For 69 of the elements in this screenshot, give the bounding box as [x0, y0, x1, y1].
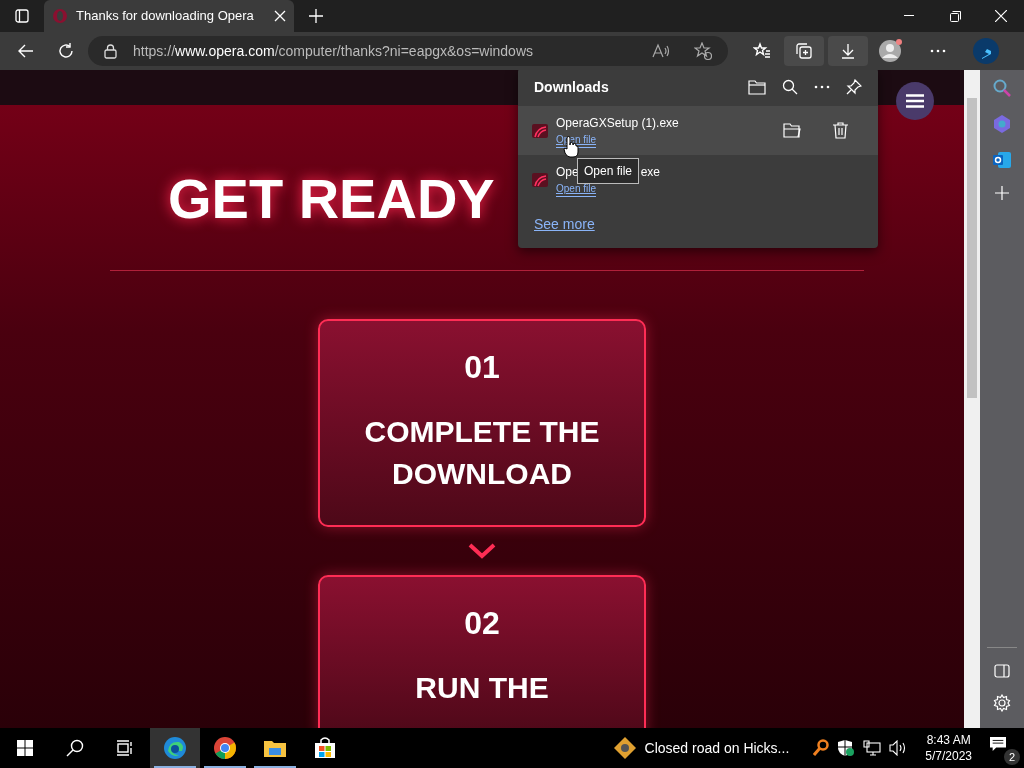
file-name: OperaGXSetup (1).exe: [556, 114, 679, 132]
pin-icon[interactable]: [846, 79, 862, 95]
file-name: exe: [640, 163, 661, 181]
search-icon: [66, 739, 84, 757]
windows-logo-icon: [17, 740, 33, 756]
folder-icon[interactable]: [783, 123, 801, 138]
trash-icon[interactable]: [833, 122, 848, 139]
network-icon[interactable]: [863, 740, 882, 756]
minimize-icon: [904, 15, 914, 17]
news-text: Closed road on Hicks...: [644, 738, 790, 758]
favorites-icon: [753, 42, 771, 60]
download-icon: [839, 42, 857, 60]
read-aloud-icon[interactable]: [652, 43, 670, 59]
more-icon: [930, 49, 946, 53]
restore-icon: [949, 10, 961, 22]
search-icon[interactable]: [782, 79, 798, 95]
browser-tab[interactable]: Thanks for downloading Opera: [44, 0, 294, 32]
clock[interactable]: 8:43 AM 5/7/2023: [925, 732, 972, 764]
news-widget[interactable]: Closed road on Hicks...: [612, 736, 790, 760]
sidebar-toggle-icon[interactable]: [994, 664, 1010, 678]
url-text: https://www.opera.com/computer/thanks?ni=eapgx&os=windows: [133, 41, 534, 61]
bing-logo-icon: [972, 37, 1000, 65]
add-icon[interactable]: [995, 186, 1009, 200]
back-icon: [17, 42, 35, 60]
page-heading: GET READY: [168, 167, 495, 231]
taskbar-app[interactable]: [150, 728, 200, 768]
tooltip: Open file: [577, 158, 640, 184]
road-sign-icon: [612, 736, 637, 760]
collections-button[interactable]: [784, 36, 824, 66]
tab-actions-icon[interactable]: [14, 8, 30, 24]
time-text: 8:43 AM: [926, 732, 971, 748]
address-bar[interactable]: https://www.opera.com/computer/thanks?ni=eapgx&os=windows: [88, 36, 728, 66]
chrome-app-icon: [213, 736, 237, 760]
chevron-down-icon: [468, 543, 496, 559]
app-icon[interactable]: [992, 114, 1012, 134]
add-favorite-icon[interactable]: [694, 42, 712, 60]
lock-icon: [104, 43, 117, 59]
opera-logo-icon: [52, 8, 68, 24]
notification-count: 2: [1004, 749, 1020, 765]
step-number: 02: [463, 604, 501, 643]
tab-title: Thanks for downloading Opera: [76, 7, 255, 26]
shield-icon[interactable]: [837, 739, 856, 757]
menu-icon: [906, 94, 924, 108]
close-icon[interactable]: [274, 10, 286, 22]
more-icon[interactable]: [814, 85, 830, 89]
file-icon: [532, 122, 548, 139]
collections-icon: [795, 42, 813, 60]
step-number: 01: [463, 348, 501, 387]
menu-button[interactable]: [896, 82, 934, 120]
date-text: 5/7/2023: [925, 748, 972, 764]
step-title: COMPLETE THE DOWNLOAD: [363, 414, 601, 492]
task-view-icon: [116, 740, 134, 756]
folder-icon[interactable]: [748, 79, 766, 95]
magnifier-icon[interactable]: [813, 739, 830, 757]
new-tab-icon[interactable]: [309, 9, 323, 23]
see-more-link[interactable]: See more: [534, 214, 595, 235]
edge-app-icon: [163, 736, 187, 760]
step-title: RUN THE: [414, 670, 550, 706]
notification-icon: [989, 736, 1007, 752]
close-icon: [995, 10, 1007, 22]
panel-title: Downloads: [534, 77, 610, 97]
file-icon: [532, 171, 548, 188]
settings-icon[interactable]: [993, 694, 1011, 712]
notifications-button[interactable]: 2: [980, 728, 1024, 768]
avatar-icon: [878, 39, 902, 63]
mail-app-icon[interactable]: [992, 150, 1012, 170]
downloads-button[interactable]: [828, 36, 868, 66]
store-app-icon: [313, 736, 337, 760]
refresh-icon: [57, 42, 75, 60]
